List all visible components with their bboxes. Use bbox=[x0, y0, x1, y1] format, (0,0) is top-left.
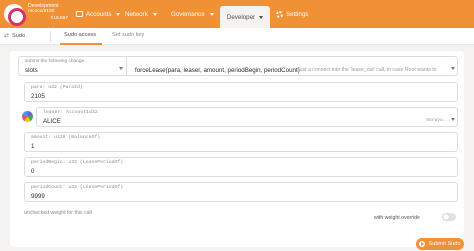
section-title: ⇄ Sudo bbox=[4, 32, 26, 40]
chevron-down-icon bbox=[119, 67, 123, 70]
chevron-down-icon bbox=[451, 67, 455, 70]
method-description: Just a connect into the 'lease_out' call… bbox=[297, 67, 437, 73]
nav-network[interactable]: Network bbox=[125, 0, 157, 28]
play-icon bbox=[419, 241, 426, 247]
param-value: 1 bbox=[31, 143, 35, 150]
chevron-down-icon bbox=[209, 12, 214, 16]
sudo-icon: ⇄ bbox=[4, 33, 10, 39]
weight-override-toggle[interactable] bbox=[442, 213, 456, 221]
param-label: amount: u128 (BalanceOf) bbox=[31, 135, 101, 140]
param-value: 2105 bbox=[31, 93, 45, 100]
param-value: 0 bbox=[31, 168, 35, 175]
param-para-field[interactable]: para: u32 (ParaId) 2105 bbox=[24, 82, 458, 102]
param-period-count-field[interactable]: periodCount: u32 (LeasePeriodOf) 9999 bbox=[24, 182, 458, 202]
nav-settings[interactable]: Settings bbox=[276, 0, 308, 28]
param-label: leaser: AccountId32 bbox=[43, 110, 98, 115]
section-value: slots bbox=[25, 67, 38, 74]
weight-label: unchecked weight for this call bbox=[24, 210, 92, 216]
submit-change-label: submit the following change bbox=[25, 59, 85, 64]
weight-override-label: with weight override bbox=[374, 215, 420, 221]
param-leaser-field[interactable]: leaser: AccountId32 ALICE 5Grwva... bbox=[36, 107, 458, 127]
chain-logo-icon[interactable] bbox=[4, 4, 26, 26]
divider bbox=[50, 31, 51, 42]
param-amount-field[interactable]: amount: u128 (BalanceOf) 1 bbox=[24, 132, 458, 152]
account-address: 5Grwva... bbox=[426, 118, 451, 123]
accounts-icon bbox=[76, 11, 83, 17]
nav-governance[interactable]: Governance bbox=[171, 0, 214, 28]
chevron-down-icon bbox=[152, 12, 157, 16]
chevron-down-icon bbox=[259, 15, 264, 19]
param-label: periodBegin: u32 (LeasePeriodOf) bbox=[31, 160, 124, 165]
chain-selector[interactable]: Development rococo/9180 #18,867 bbox=[28, 3, 68, 22]
chevron-down-icon bbox=[451, 118, 455, 121]
method-dropdown[interactable]: forceLease(para, leaser, amount, periodB… bbox=[126, 56, 458, 76]
top-nav-bar: Development rococo/9180 #18,867 Accounts… bbox=[0, 0, 474, 28]
section-dropdown[interactable]: submit the following change slots bbox=[18, 56, 126, 76]
gear-icon bbox=[276, 10, 283, 18]
block-number: #18,867 bbox=[50, 15, 68, 21]
tab-sudo-access[interactable]: Sudo access bbox=[64, 32, 96, 38]
method-value: forceLease(para, leaser, amount, periodB… bbox=[135, 67, 300, 74]
param-value: ALICE bbox=[43, 118, 61, 125]
submit-sudo-button[interactable]: Submit Sudo bbox=[416, 238, 464, 250]
param-label: para: u32 (ParaId) bbox=[31, 85, 83, 90]
nav-developer[interactable]: Developer bbox=[220, 6, 270, 28]
active-tab-indicator bbox=[60, 43, 102, 45]
param-label: periodCount: u32 (LeasePeriodOf) bbox=[31, 185, 124, 190]
nav-accounts[interactable]: Accounts bbox=[76, 0, 121, 28]
param-period-begin-field[interactable]: periodBegin: u32 (LeasePeriodOf) 0 bbox=[24, 157, 458, 177]
sub-nav-bar: ⇄ Sudo Sudo access Set sudo key bbox=[0, 28, 474, 45]
tab-set-sudo-key[interactable]: Set sudo key bbox=[112, 32, 144, 38]
weight-override-row: unchecked weight for this call with weig… bbox=[18, 208, 458, 226]
chevron-down-icon bbox=[116, 12, 121, 16]
account-identicon-icon bbox=[22, 111, 33, 122]
param-value: 9999 bbox=[31, 193, 45, 200]
